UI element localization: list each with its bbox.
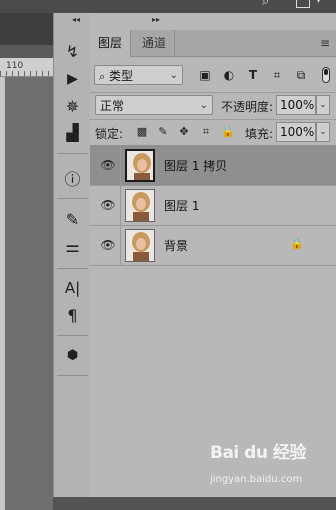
history-brush-icon[interactable]: ↯ (54, 38, 91, 64)
toolbar-divider (57, 153, 88, 154)
navigator-wheel-icon[interactable]: ✵ (54, 93, 91, 119)
layer-thumbnail (125, 189, 155, 222)
fill-dropdown[interactable]: ⌄ (316, 122, 330, 142)
lock-transparent-icon[interactable]: ▩ (135, 125, 149, 139)
layer-name: 图层 1 (164, 199, 200, 213)
top-bar: ⌕ ▾ (0, 0, 336, 13)
layer-filter-row: ⌕ 类型 ⌄ ▣ ◐ T ⌗ ⧉ (90, 63, 336, 89)
search-icon[interactable]: ⌕ (262, 0, 276, 9)
lock-all-icon[interactable]: 🔒 (221, 125, 235, 139)
watermark-url: jingyan.baidu.com (210, 474, 303, 485)
lock-move-icon[interactable]: ✥ (177, 125, 191, 139)
panel-dock-toolbar: ◂◂ ↯ ▶ ✵ ▟ ⓘ ✎ ⚌ A| ¶ ⬢ (53, 13, 92, 497)
opacity-dropdown[interactable]: ⌄ (316, 95, 330, 115)
3d-cube-icon[interactable]: ⬢ (54, 342, 91, 368)
layers-panel: ▸▸ 图层 通道 ≡ ⌕ 类型 ⌄ ▣ ◐ T ⌗ ⧉ 正常 ⌄ 不透明度: 1… (90, 13, 336, 497)
histogram-icon[interactable]: ▟ (54, 119, 91, 145)
toolbar-divider (57, 268, 88, 269)
canvas[interactable] (5, 77, 53, 510)
layer-name: 背景 (164, 239, 189, 253)
layers-list: 👁 图层 1 拷贝 👁 图层 1 👁 背景 🔒 (90, 145, 336, 266)
layer-thumbnail (125, 149, 155, 182)
blend-mode-value: 正常 (100, 99, 125, 113)
fill-label: 填充: (245, 127, 274, 141)
workspace-icon[interactable] (296, 0, 310, 8)
watermark-logo: Bai du 经验 (210, 443, 306, 463)
eye-icon[interactable]: 👁 (100, 158, 116, 172)
visibility-column-divider (120, 146, 121, 185)
lock-row: 锁定: ▩ ✎ ✥ ⌗ 🔒 填充: 100% ⌄ (90, 119, 336, 146)
chevron-down-icon[interactable]: ▾ (316, 0, 321, 6)
filter-kind-select[interactable]: ⌕ 类型 ⌄ (94, 65, 183, 85)
eye-icon[interactable]: 👁 (100, 198, 116, 212)
lock-icon[interactable]: 🔒 (290, 237, 304, 250)
collapse-dock-icon[interactable]: ◂◂ (72, 15, 80, 24)
search-icon: ⌕ (99, 70, 106, 83)
opacity-label: 不透明度: (221, 100, 274, 114)
eye-icon[interactable]: 👁 (100, 238, 116, 252)
layer-row[interactable]: 👁 背景 🔒 (90, 226, 336, 266)
panel-tab-bar: 图层 通道 ≡ (90, 30, 336, 57)
visibility-column-divider (120, 226, 121, 265)
adjust-sliders-icon[interactable]: ⚌ (54, 233, 91, 259)
filter-toggle[interactable] (322, 67, 330, 83)
lock-artboard-icon[interactable]: ⌗ (199, 125, 213, 139)
ruler-value: 110 (6, 61, 24, 71)
character-icon[interactable]: A| (54, 275, 91, 301)
blend-mode-select[interactable]: 正常 ⌄ (95, 95, 213, 115)
horizontal-ruler: 110 (0, 58, 53, 77)
toolbar-divider (57, 375, 88, 376)
info-icon[interactable]: ⓘ (54, 165, 91, 191)
ruler-ticks (0, 71, 53, 76)
layer-name: 图层 1 拷贝 (164, 159, 228, 173)
filter-kind-label: 类型 (109, 69, 134, 83)
visibility-column-divider (120, 186, 121, 225)
smart-object-filter-icon[interactable]: ⧉ (293, 67, 309, 83)
tab-layers[interactable]: 图层 (90, 30, 132, 57)
adjustment-filter-icon[interactable]: ◐ (221, 67, 237, 83)
layer-row[interactable]: 👁 图层 1 (90, 186, 336, 226)
chevron-down-icon: ⌄ (169, 70, 178, 81)
type-filter-icon[interactable]: T (245, 67, 261, 83)
document-area: 110 (0, 13, 53, 510)
chevron-down-icon: ⌄ (199, 100, 208, 111)
image-filter-icon[interactable]: ▣ (197, 67, 213, 83)
tab-channels[interactable]: 通道 (134, 30, 176, 56)
opacity-input[interactable]: 100% (276, 95, 316, 115)
fill-input[interactable]: 100% (276, 122, 316, 142)
brush-presets-icon[interactable]: ✎ (54, 206, 91, 232)
paragraph-icon[interactable]: ¶ (54, 302, 91, 328)
toolbar-divider (57, 335, 88, 336)
panel-menu-icon[interactable]: ≡ (320, 36, 330, 50)
blend-row: 正常 ⌄ 不透明度: 100% ⌄ (90, 92, 336, 119)
baidu-jingyan-watermark: Bai du 经验 jingyan.baidu.com (210, 438, 330, 493)
layer-row[interactable]: 👁 图层 1 拷贝 (90, 146, 336, 186)
toolbar-divider (57, 198, 88, 199)
layer-thumbnail (125, 229, 155, 262)
collapse-panel-icon[interactable]: ▸▸ (152, 15, 160, 24)
lock-label: 锁定: (95, 127, 124, 141)
lock-paint-icon[interactable]: ✎ (156, 125, 170, 139)
play-action-icon[interactable]: ▶ (54, 66, 91, 92)
shape-filter-icon[interactable]: ⌗ (269, 67, 285, 83)
